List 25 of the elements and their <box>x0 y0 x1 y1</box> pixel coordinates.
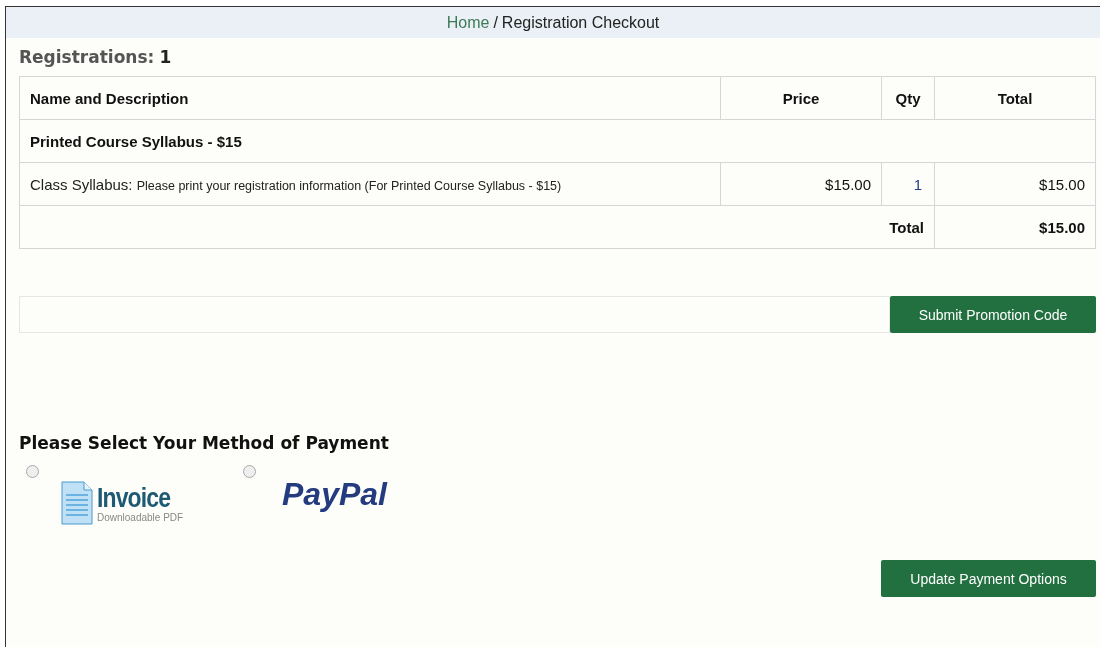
column-header: Name and Description <box>19 76 721 120</box>
table-cell: 1 <box>881 162 935 206</box>
breadcrumb-current: Registration Checkout <box>501 13 660 31</box>
radio-button[interactable] <box>243 465 256 478</box>
table-cell: $15.00 <box>720 162 882 206</box>
promo-code-field[interactable] <box>19 296 890 333</box>
table-cell: Total <box>19 205 935 249</box>
registrations-label: Registrations: <box>19 47 155 67</box>
home-link[interactable]: Home <box>446 13 490 31</box>
item-description: Please print your registration information (For Printed Course Syllabus - $15) <box>136 178 562 193</box>
column-header: Qty <box>881 76 935 120</box>
column-header: Price <box>720 76 882 120</box>
invoice-logo[interactable]: Invoice Downloadable PDF <box>61 481 184 525</box>
registrations-count: 1 <box>159 47 172 67</box>
column-header: Total <box>934 76 1096 120</box>
table-cell: $15.00 <box>934 162 1096 206</box>
table-cell: Printed Course Syllabus - $15 <box>19 119 1096 163</box>
item-name: Class Syllabus: <box>30 175 133 193</box>
table-cell: $15.00 <box>934 205 1096 249</box>
payment-heading: Please Select Your Method of Payment <box>19 433 390 453</box>
update-payment-button[interactable]: Update Payment Options <box>881 560 1096 597</box>
breadcrumb-separator: / <box>493 13 498 31</box>
paypal-logo[interactable]: PayPal <box>282 476 387 513</box>
radio-button[interactable] <box>26 465 39 478</box>
submit-promotion-button[interactable]: Submit Promotion Code <box>890 296 1096 333</box>
